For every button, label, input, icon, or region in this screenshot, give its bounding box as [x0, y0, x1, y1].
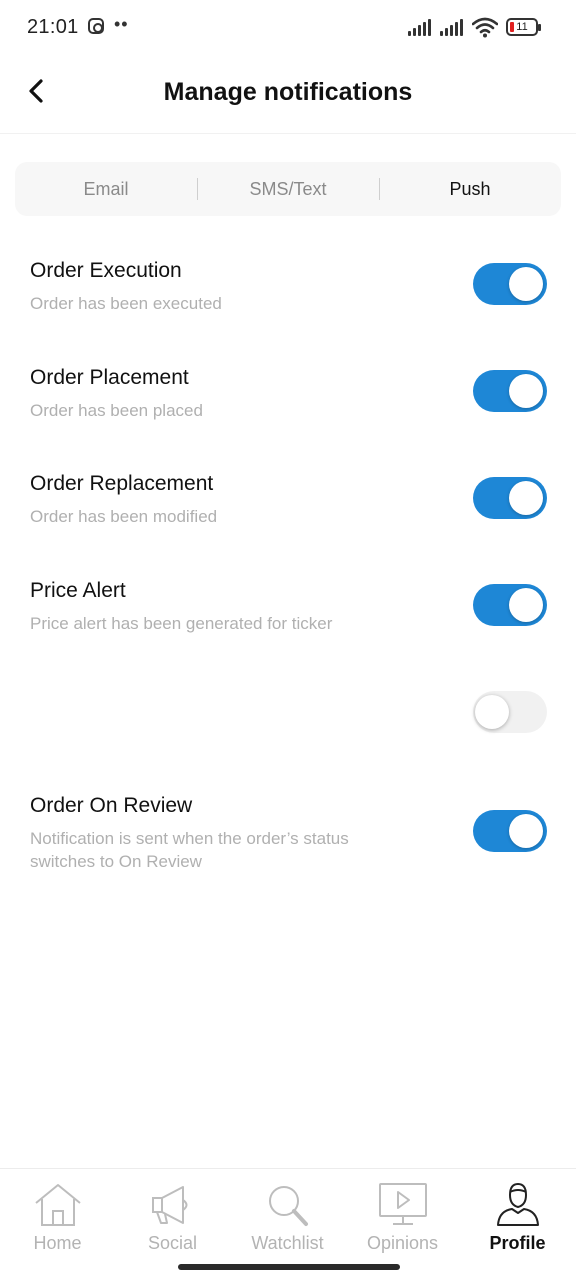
toggle-knob	[509, 374, 543, 408]
toggle-knob	[509, 588, 543, 622]
nav-home[interactable]: Home	[0, 1181, 115, 1254]
toggle-knob	[475, 695, 509, 729]
home-icon	[34, 1184, 81, 1226]
status-time: 21:01	[27, 16, 79, 38]
tab-sms-text[interactable]: SMS/Text	[197, 162, 379, 216]
instagram-icon	[88, 18, 104, 34]
notification-name: Order On Review	[30, 794, 193, 817]
tab-push[interactable]: Push	[379, 162, 561, 216]
nav-label: Watchlist	[251, 1233, 324, 1253]
battery-icon: 11	[506, 18, 541, 36]
toggle-order-placement[interactable]	[473, 370, 547, 412]
channel-tabs: Email SMS/Text Push	[15, 162, 561, 216]
signal-icon	[440, 19, 466, 36]
notification-description: Order has been executed	[30, 294, 222, 313]
home-indicator[interactable]	[178, 1264, 400, 1270]
notification-description: Order has been placed	[30, 401, 203, 420]
magnifier-icon	[268, 1186, 308, 1226]
profile-icon	[496, 1182, 539, 1226]
notification-name: Order Replacement	[30, 472, 214, 495]
nav-label: Profile	[489, 1233, 546, 1253]
notification-description: Order has been modified	[30, 507, 218, 526]
wifi-icon	[472, 17, 498, 38]
notification-name: Order Placement	[30, 366, 189, 389]
toggle-order-on-review[interactable]	[473, 810, 547, 852]
nav-watchlist[interactable]: Watchlist	[230, 1181, 345, 1254]
nav-social[interactable]: Social	[115, 1181, 230, 1254]
toggle-knob	[509, 481, 543, 515]
page-title: Manage notifications	[163, 78, 413, 106]
video-play-icon	[378, 1183, 427, 1225]
notification-row-order-replacement: Order Replacement Order has been modifie…	[30, 471, 550, 528]
battery-level: 11	[516, 21, 528, 33]
more-dots-icon: ••	[114, 14, 129, 34]
nav-opinions[interactable]: Opinions	[345, 1181, 460, 1254]
status-bar: 21:01 •• 11	[0, 0, 576, 56]
signal-icon	[408, 19, 434, 36]
toggle-order-replacement[interactable]	[473, 477, 547, 519]
notification-description: Notification is sent when the order’s st…	[30, 829, 349, 871]
tab-email[interactable]: Email	[15, 162, 197, 216]
toggle-knob	[509, 267, 543, 301]
nav-label: Opinions	[366, 1233, 439, 1253]
toggle-unlabeled[interactable]	[473, 691, 547, 733]
header: Manage notifications	[0, 56, 576, 134]
nav-profile[interactable]: Profile	[460, 1181, 575, 1254]
megaphone-icon	[151, 1186, 187, 1224]
notification-row-price-alert: Price Alert Price alert has been generat…	[30, 578, 550, 635]
nav-label: Social	[147, 1233, 198, 1253]
toggle-order-execution[interactable]	[473, 263, 547, 305]
nav-label: Home	[33, 1233, 82, 1253]
toggle-knob	[509, 814, 543, 848]
notification-description: Price alert has been generated for ticke…	[30, 614, 333, 633]
notification-row-order-execution: Order Execution Order has been executed	[30, 258, 550, 315]
toggle-price-alert[interactable]	[473, 584, 547, 626]
notification-name: Order Execution	[30, 259, 182, 282]
notification-row-order-on-review: Order On Review Notification is sent whe…	[30, 793, 550, 873]
notification-name: Price Alert	[30, 579, 126, 602]
notification-row-order-placement: Order Placement Order has been placed	[30, 365, 550, 422]
